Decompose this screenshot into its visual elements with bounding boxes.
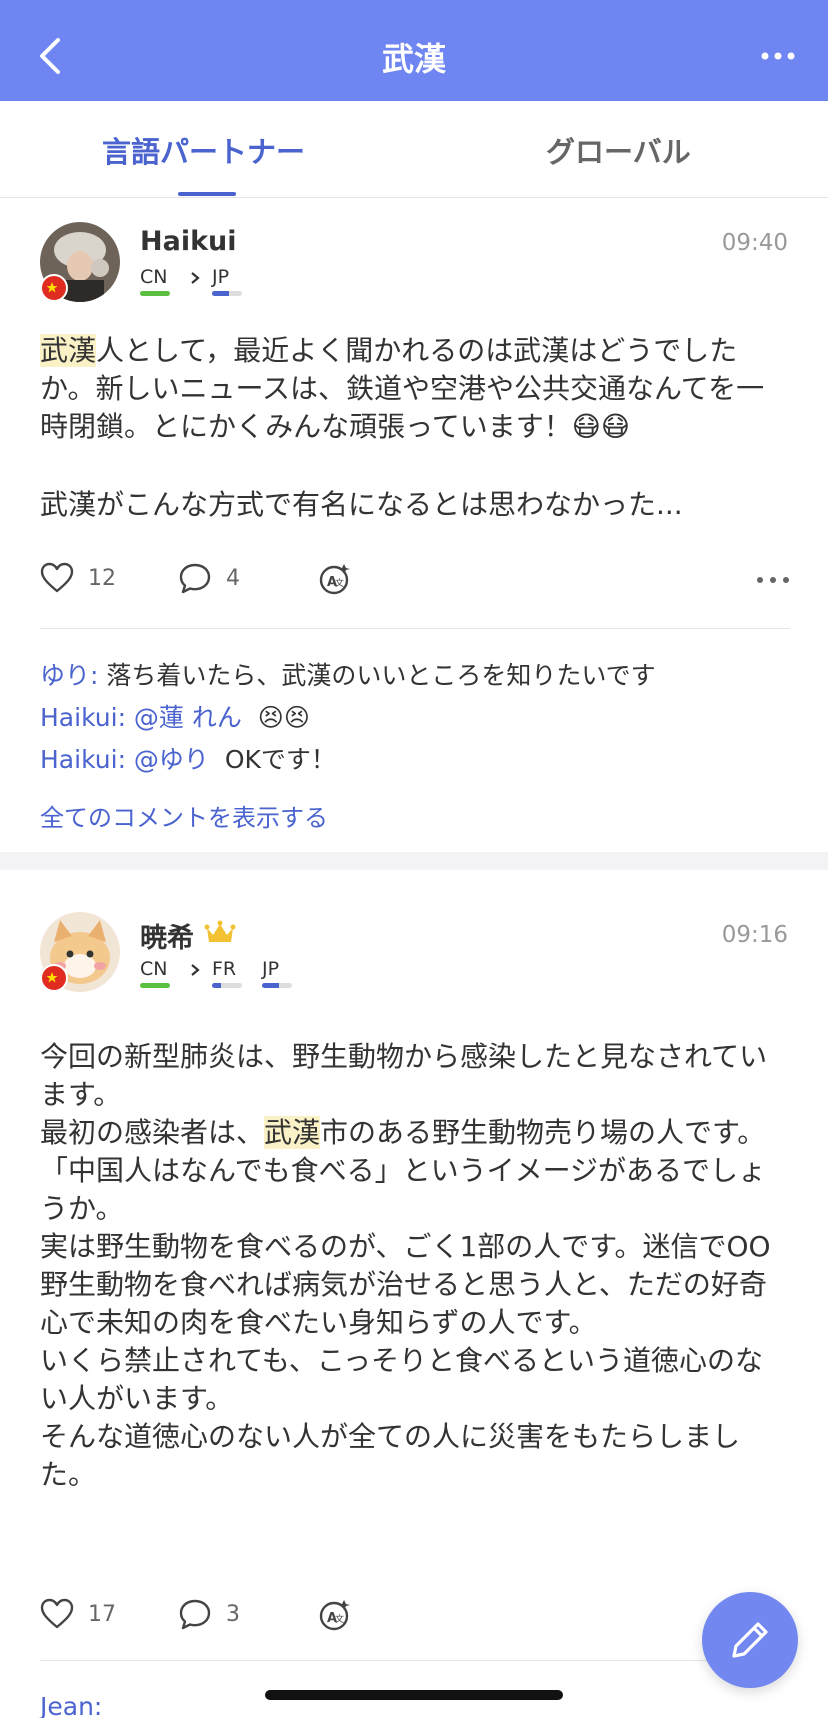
post-body-para: 武漢がこんな方式で有名になるとは思わなかった... [40, 488, 683, 521]
like-count: 17 [88, 1601, 116, 1627]
show-all-comments-link[interactable]: 全てのコメントを表示する [40, 798, 328, 833]
post-body[interactable]: 武漢人として，最近よく聞かれるのは武漢はどうでしたか。新しいニュースは、鉄道や空… [40, 332, 790, 446]
comment-button[interactable]: 4 [178, 562, 240, 594]
post-actions: 17 3 A文 [40, 1598, 790, 1638]
home-indicator [265, 1690, 563, 1700]
post-body-text: 今回の新型肺炎は、野生動物から感染したと見なされています。 [40, 1040, 768, 1111]
language-level-bar [212, 291, 242, 296]
language-learning: JP [262, 958, 280, 980]
compose-post-button[interactable] [702, 1592, 798, 1688]
comment-item[interactable]: Haikui: @蓮 れん 😣😣 [40, 698, 310, 734]
translate-icon: A文 [319, 564, 350, 595]
post-more-icon[interactable] [756, 576, 790, 584]
language-learning: JP [212, 266, 230, 288]
post-body-text: 最初の感染者は、 [40, 1116, 265, 1149]
post-time: 09:16 [721, 922, 788, 948]
language-level-bar [140, 983, 170, 988]
section-gap [0, 852, 828, 870]
heart-icon [40, 562, 74, 593]
post-time: 09:40 [721, 230, 788, 256]
comment-text: 落ち着いたら、武漢のいいところを知りたいです [98, 661, 656, 690]
post-username[interactable]: 暁希 [140, 916, 194, 955]
highlight-keyword: 武漢 [40, 334, 97, 367]
language-native: CN [140, 958, 168, 980]
translate-button[interactable]: A文 [318, 1598, 352, 1632]
comment-author[interactable]: Haikui: @蓮 れん [40, 703, 242, 732]
china-flag-icon [40, 274, 68, 302]
translate-button[interactable]: A文 [318, 562, 352, 596]
comment-bubble-icon [179, 563, 211, 594]
level-fill [262, 983, 279, 988]
svg-text:文: 文 [335, 577, 344, 589]
comment-count: 3 [226, 1601, 240, 1627]
language-level-bar [212, 983, 242, 988]
comment-bubble-icon [179, 1599, 211, 1630]
comment-item[interactable]: Haikui: @ゆり OKです！ [40, 740, 336, 776]
more-options-icon[interactable] [760, 50, 796, 62]
heart-icon [40, 1598, 74, 1629]
comment-count: 4 [226, 565, 240, 591]
post-card: Haikui 09:40 CN JP 武漢人として，最近よく聞かれるのは武漢はど… [0, 198, 828, 850]
post-body[interactable]: 今回の新型肺炎は、野生動物から感染したと見なされています。 最初の感染者は、武漢… [40, 1038, 790, 1494]
china-flag-icon [40, 964, 68, 992]
post-body-text: 「中国人はなんでも食べる」というイメージがあるでしょうか。 実は野生動物を食べる… [40, 1154, 771, 1491]
post-actions: 12 4 A文 [40, 562, 790, 602]
comment-author[interactable]: Haikui: @ゆり [40, 745, 209, 774]
language-level-bar [140, 291, 170, 296]
divider [40, 1660, 790, 1661]
tab-global[interactable]: グローバル [546, 129, 691, 171]
comment-author[interactable]: ゆり: [40, 661, 98, 690]
nav-header: 武漢 [0, 0, 828, 101]
pencil-icon [732, 1622, 768, 1658]
divider [40, 628, 790, 629]
language-level-bar [262, 983, 292, 988]
level-fill [212, 291, 229, 296]
comment-text: OKです！ [208, 745, 336, 774]
highlight-keyword: 武漢 [264, 1116, 321, 1149]
comment-item[interactable]: ゆり: 落ち着いたら、武漢のいいところを知りたいです [40, 656, 656, 692]
translate-icon: A文 [319, 1600, 350, 1631]
like-button[interactable]: 12 [40, 562, 116, 594]
post-username[interactable]: Haikui [140, 226, 237, 257]
language-learning: FR [212, 958, 237, 980]
level-fill [212, 983, 221, 988]
like-button[interactable]: 17 [40, 1598, 116, 1630]
level-fill [140, 983, 170, 988]
tab-language-partner[interactable]: 言語パートナー [102, 129, 305, 171]
comment-button[interactable]: 3 [178, 1598, 240, 1630]
tab-bar: 言語パートナー グローバル [0, 101, 828, 198]
comment-author[interactable]: Jean: [40, 1692, 102, 1718]
post-body-text: 人として，最近よく聞かれるのは武漢はどうでしたか。新しいニュースは、鉄道や空港や… [40, 334, 765, 443]
svg-text:文: 文 [335, 1613, 344, 1625]
like-count: 12 [88, 565, 116, 591]
language-native: CN [140, 266, 168, 288]
active-tab-indicator [178, 192, 236, 196]
crown-icon [204, 920, 236, 942]
chevron-right-icon [191, 964, 200, 976]
chevron-right-icon [191, 272, 200, 284]
post-body-text: 市のある野生動物売り場の人です。 [320, 1116, 766, 1149]
comment-text: 😣😣 [241, 703, 310, 732]
post-card: 暁希 09:16 CN FR JP 今回の新型肺炎は、野生動物から感染したと見な… [0, 870, 828, 1690]
page-title: 武漢 [381, 40, 446, 78]
level-fill [140, 291, 170, 296]
